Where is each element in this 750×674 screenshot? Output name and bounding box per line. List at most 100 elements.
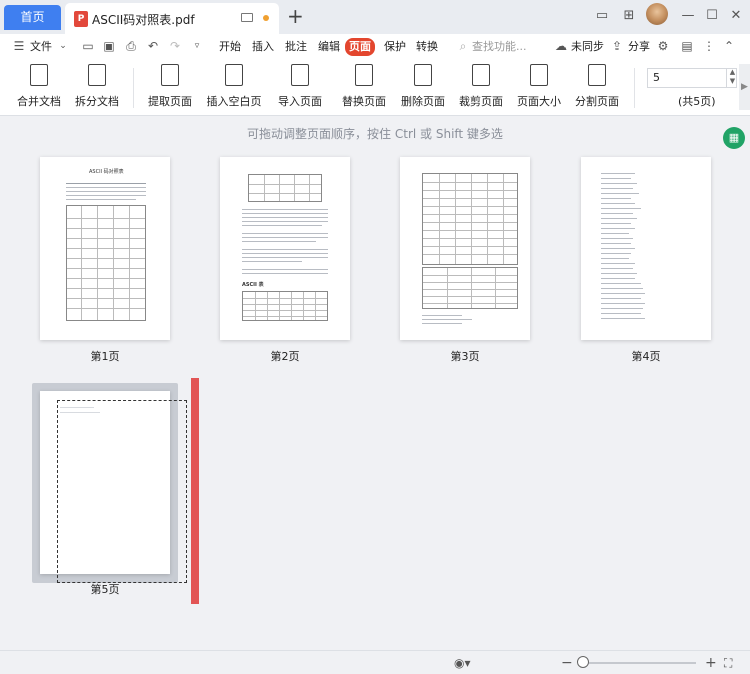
crop-page-label: 裁剪页面 [459,95,503,108]
crop-page-button[interactable]: 裁剪页面 [456,64,506,112]
document-tab-title: ASCII码对照表.pdf [92,13,195,27]
menu-insert[interactable]: 插入 [252,38,274,56]
reading-mode-icon[interactable]: ▭ [591,5,613,27]
merge-documents-button[interactable]: 合并文档 [14,64,64,112]
split-document-button[interactable]: 拆分文档 [72,64,122,112]
more-options-icon[interactable]: ⋮ [702,39,716,53]
page-thumbnail-2[interactable]: ASCII 表 [220,157,350,340]
ascii-table [248,174,322,202]
delete-page-icon [414,64,432,86]
split-page-label: 分割页面 [575,95,619,108]
menu-page[interactable]: 页面 [345,38,375,56]
page-thumbnail-1[interactable]: ASCII 码对照表 [40,157,170,340]
close-icon[interactable]: ✕ [728,5,744,27]
zoom-out-icon[interactable]: − [561,655,573,671]
feedback-icon[interactable]: ▤ [680,39,694,53]
drag-ghost-outline [57,400,187,583]
redo-icon[interactable]: ↷ [168,39,182,53]
chevron-down-icon[interactable]: ⌄ [56,39,70,53]
hamburger-menu-icon[interactable]: ☰ [12,39,26,53]
page-label-2: 第2页 [270,350,300,363]
save-icon[interactable]: ▣ [102,39,116,53]
split-icon [88,64,106,86]
extract-page-icon [161,64,179,86]
print-icon[interactable]: ⎙ [124,39,138,53]
crop-page-icon [472,64,490,86]
zoom-slider-handle[interactable] [577,656,589,668]
open-folder-icon[interactable]: ▭ [81,39,95,53]
drop-position-indicator [191,378,199,604]
undo-icon[interactable]: ↶ [146,39,160,53]
file-menu[interactable]: 文件 [30,38,52,56]
share-button[interactable]: 分享 [628,38,650,56]
page-number-stepper[interactable]: ▲ ▼ [726,68,738,88]
table-tool-icon[interactable]: ▦ [723,127,745,149]
menu-comment[interactable]: 批注 [285,38,307,56]
extract-page-button[interactable]: 提取页面 [145,64,195,112]
menu-bar: ☰ 文件 ⌄ ▭ ▣ ⎙ ↶ ↷ ▿ 开始 插入 批注 编辑 页面 保护 转换 … [0,34,750,60]
expand-panel-arrow-icon[interactable]: ▶ [739,64,750,110]
avatar[interactable] [646,3,668,25]
page-toolbar: 合并文档 拆分文档 提取页面 插入空白页 导入页面 替换页面 删除页面 裁剪页面… [0,60,750,116]
fullscreen-icon[interactable]: ⛶ [724,655,732,671]
unsaved-dot-icon [263,15,269,21]
ascii-table [242,291,328,321]
replace-page-label: 替换页面 [342,95,386,108]
sync-status[interactable]: 未同步 [571,38,604,56]
cloud-sync-icon: ☁ [555,39,567,53]
ascii-table [66,205,146,321]
replace-page-icon [355,64,373,86]
import-page-label: 导入页面 [278,95,322,108]
split-page-button[interactable]: 分割页面 [572,64,622,112]
page-number-input[interactable]: 5 [647,68,737,88]
ascii-table [422,173,518,265]
toolbar-divider [133,68,134,108]
document-tab[interactable]: P ASCII码对照表.pdf [65,3,279,34]
insert-blank-page-label: 插入空白页 [206,95,262,108]
new-tab-button[interactable]: + [287,4,304,28]
zoom-slider[interactable] [583,662,696,664]
page-label-1: 第1页 [90,350,120,363]
page-label-5: 第5页 [90,583,120,596]
search-icon: ⌕ [459,39,467,53]
eye-protection-icon[interactable]: ◉▾ [454,655,471,671]
settings-icon[interactable]: ⚙ [656,39,670,53]
delete-page-button[interactable]: 删除页面 [398,64,448,112]
menu-edit[interactable]: 编辑 [318,38,340,56]
page-thumbnail-3[interactable] [400,157,530,340]
extract-page-label: 提取页面 [148,95,192,108]
import-page-icon [291,64,309,86]
function-search-input[interactable]: 查找功能... [472,38,527,56]
split-document-label: 拆分文档 [75,95,119,108]
collapse-ribbon-icon[interactable]: ⌃ [722,39,736,53]
page-size-icon [530,64,548,86]
merge-documents-label: 合并文档 [17,95,61,108]
home-tab[interactable]: 首页 [4,5,61,30]
page1-title: ASCII 码对照表 [89,169,124,175]
menu-start[interactable]: 开始 [219,38,241,56]
apps-grid-icon[interactable]: ⊞ [620,5,638,27]
maximize-icon[interactable]: ☐ [704,5,720,27]
share-icon: ⇪ [611,39,623,53]
page-thumbnail-4[interactable] [581,157,711,340]
split-page-icon [588,64,606,86]
toolbar-divider [634,68,635,108]
page-total: (共5页) [678,95,716,108]
control-char-table [422,267,518,309]
insert-blank-page-button[interactable]: 插入空白页 [204,64,264,112]
page2-heading: ASCII 表 [242,282,264,288]
drag-hint: 可拖动调整页面顺序，按住 Ctrl 或 Shift 键多选 [247,127,503,141]
zoom-in-icon[interactable]: + [705,655,717,671]
page-size-button[interactable]: 页面大小 [514,64,564,112]
menu-convert[interactable]: 转换 [416,38,438,56]
replace-page-button[interactable]: 替换页面 [339,64,389,112]
merge-icon [30,64,48,86]
import-page-button[interactable]: 导入页面 [272,64,328,112]
page-label-4: 第4页 [631,350,661,363]
quick-access-dropdown-icon[interactable]: ▿ [190,39,204,53]
minimize-icon[interactable]: — [680,5,696,27]
pdf-file-icon: P [74,11,88,27]
menu-protect[interactable]: 保护 [384,38,406,56]
monitor-icon[interactable] [241,13,253,22]
delete-page-label: 删除页面 [401,95,445,108]
